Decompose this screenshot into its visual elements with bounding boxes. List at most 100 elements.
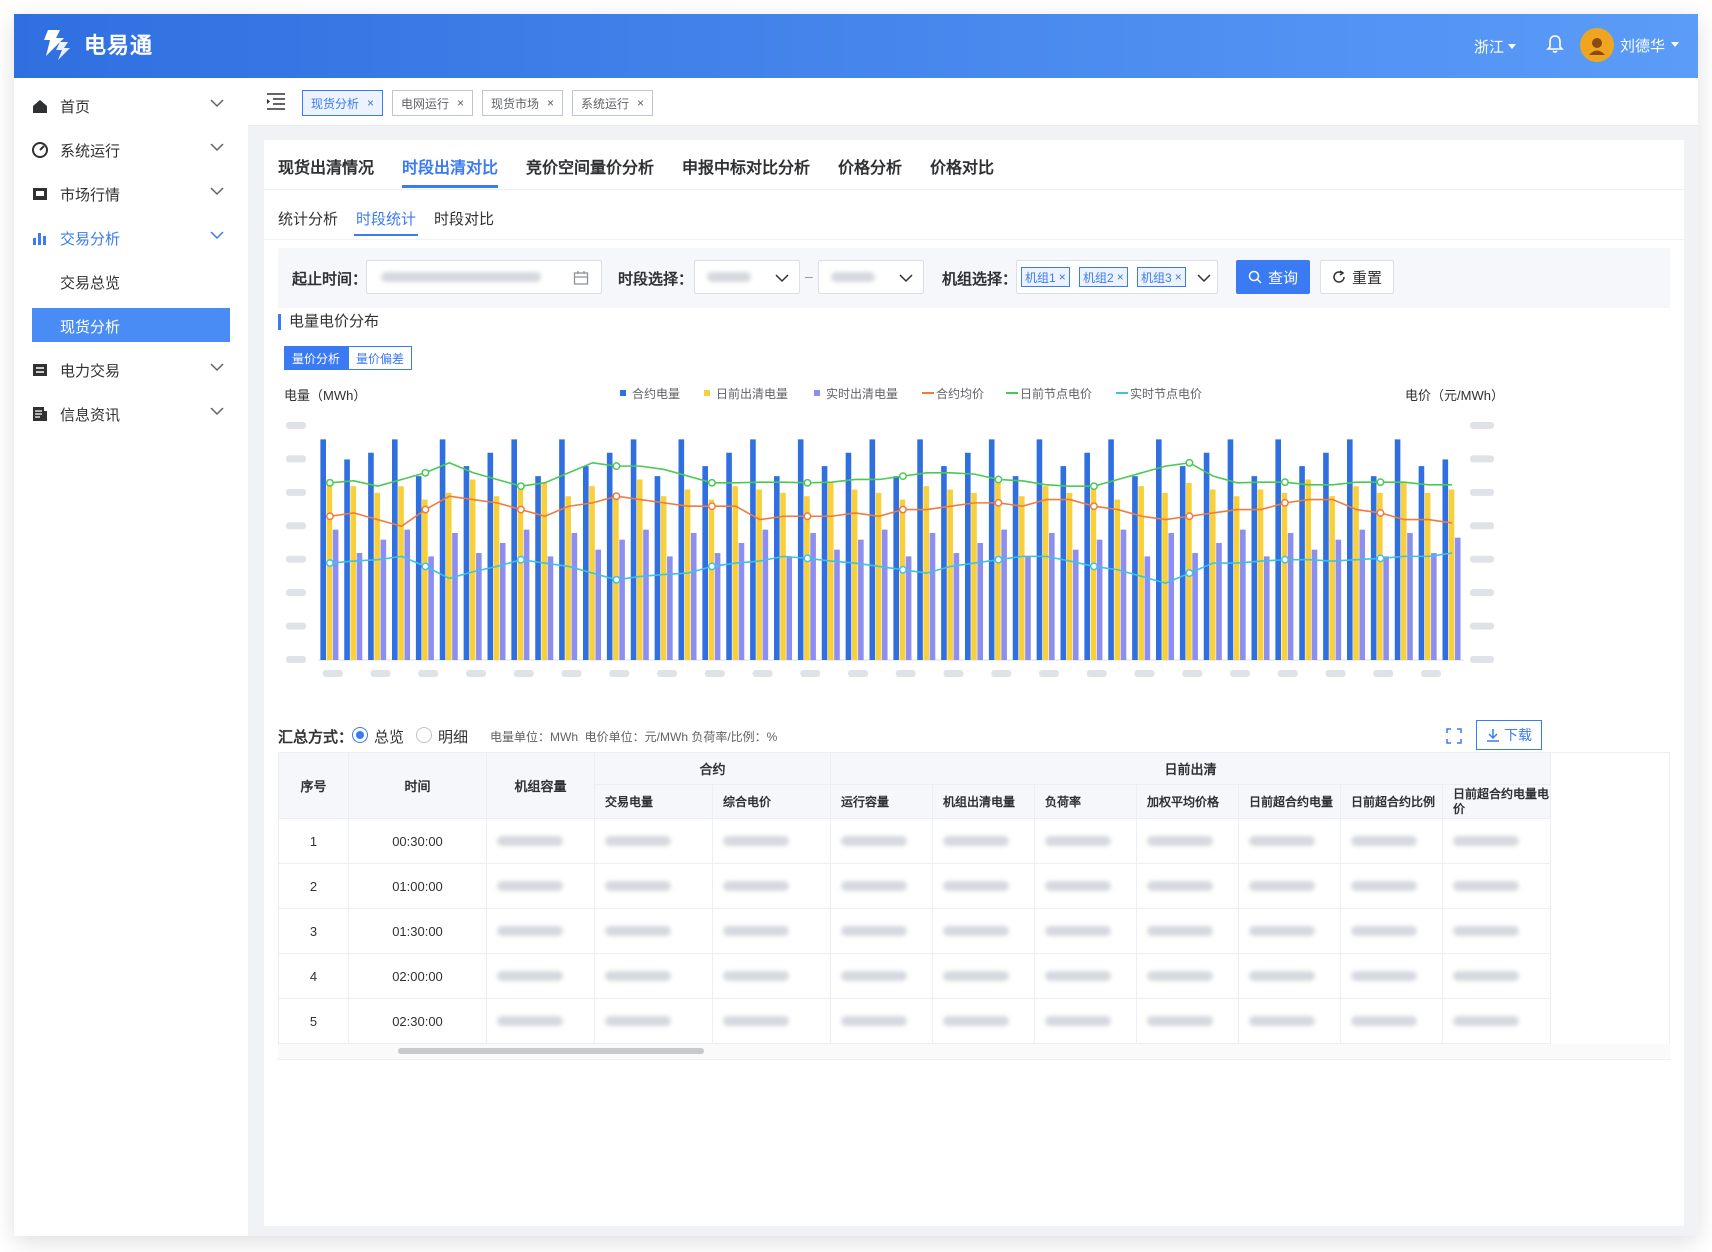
tab-spot-clearing[interactable]: 现货出清情况 — [278, 154, 374, 178]
date-range-input[interactable] — [366, 260, 602, 294]
tab-bid-space[interactable]: 竞价空间量价分析 — [526, 154, 654, 178]
blurred-value — [723, 836, 789, 846]
close-icon[interactable]: × — [367, 96, 374, 110]
y2-tick-blur — [1470, 422, 1494, 429]
legend-marker — [704, 390, 710, 396]
reset-button[interactable]: 重置 — [1320, 260, 1394, 294]
radio-detail[interactable] — [416, 726, 432, 744]
header-sub: 日前超合约电量电价 — [1443, 785, 1551, 819]
bar-3 — [404, 529, 411, 660]
table-cell-blurred — [1137, 909, 1239, 954]
segment-price-deviation[interactable]: 量价偏差 — [348, 346, 412, 370]
bar-1 — [1132, 476, 1138, 660]
bar-3 — [1359, 529, 1366, 660]
bar-1 — [1012, 476, 1019, 660]
subtab-period-stat[interactable]: 时段统计 — [356, 208, 416, 229]
sidebar-item-news[interactable]: 信息资讯 — [14, 392, 248, 436]
tag-label: 系统运行 — [581, 96, 630, 111]
sidebar-item-home[interactable]: 首页 — [14, 84, 248, 128]
blurred-value — [1045, 971, 1111, 981]
line-point — [1376, 554, 1385, 563]
close-icon[interactable]: × — [1117, 270, 1124, 284]
blurred-value — [1453, 836, 1519, 846]
bar-2 — [1066, 492, 1073, 660]
bar-2 — [1042, 486, 1049, 660]
close-icon[interactable]: × — [1175, 270, 1182, 284]
tab-price-analysis[interactable]: 价格分析 — [838, 154, 902, 178]
unit-tag[interactable]: 机组2 × — [1079, 267, 1128, 287]
market-icon — [33, 188, 47, 200]
line-point — [1089, 482, 1098, 491]
period-start-select[interactable] — [694, 260, 800, 294]
sidebar-subitem-spot[interactable]: 现货分析 — [32, 308, 230, 342]
bar-3 — [595, 549, 602, 660]
chart-section-title: 电量电价分布 — [278, 314, 379, 330]
table-cell-blurred — [1443, 864, 1551, 909]
bar-3 — [1454, 537, 1461, 660]
close-icon[interactable]: × — [637, 96, 644, 110]
blurred-value — [497, 881, 563, 891]
bar-1 — [1442, 459, 1449, 660]
bar-3 — [332, 529, 339, 660]
tag-system-operation[interactable]: 系统运行 × — [572, 90, 654, 116]
close-icon[interactable]: × — [547, 96, 554, 110]
x-tick-blur — [1086, 670, 1107, 677]
sidebar-item-system[interactable]: 系统运行 — [14, 128, 248, 172]
bar-2 — [1377, 492, 1383, 660]
bar-3 — [1120, 529, 1127, 660]
lightning-logo-icon — [44, 30, 70, 60]
subtab-period-compare[interactable]: 时段对比 — [434, 208, 494, 229]
blurred-value — [1147, 1016, 1213, 1026]
line-point — [1376, 508, 1385, 517]
header-group-dayahead: 日前出清 — [831, 753, 1551, 785]
calendar-icon — [573, 271, 589, 285]
table-cell-blurred — [1239, 864, 1341, 909]
header-sub: 日前超合约比例 — [1341, 785, 1443, 819]
sidebar-item-power-trade[interactable]: 电力交易 — [14, 348, 248, 392]
bar-1 — [654, 476, 661, 660]
close-icon[interactable]: × — [457, 96, 464, 110]
sidebar-item-trade-analysis[interactable]: 交易分析 — [14, 216, 248, 260]
y-tick-blur — [286, 555, 306, 563]
unit-multiselect[interactable]: 机组1 × 机组2 × 机组3 × — [1016, 260, 1218, 294]
segment-price-analysis[interactable]: 量价分析 — [284, 346, 348, 370]
tag-spot-market[interactable]: 现货市场 × — [482, 90, 564, 116]
fullscreen-icon[interactable] — [1446, 728, 1462, 744]
chevron-down-icon — [210, 407, 224, 416]
table-cell-blurred — [1341, 819, 1443, 864]
horizontal-scrollbar[interactable] — [278, 1044, 1670, 1058]
period-end-select[interactable] — [818, 260, 924, 294]
table-cell-blurred — [1035, 999, 1137, 1044]
bar-3 — [953, 553, 960, 660]
tab-declare-compare[interactable]: 申报中标对比分析 — [682, 154, 810, 178]
unit-tag[interactable]: 机组1 × — [1021, 267, 1070, 287]
download-button[interactable]: 下载 — [1476, 720, 1542, 750]
tag-spot-analysis[interactable]: 现货分析 × — [302, 90, 384, 116]
scrollbar-thumb[interactable] — [398, 1048, 704, 1054]
region-select[interactable]: 浙江 — [1474, 36, 1517, 57]
bar-3 — [929, 532, 936, 660]
logo: 电易通 — [38, 26, 153, 62]
sidebar-subitem-overview[interactable]: 交易总览 — [14, 264, 248, 298]
table-cell-blurred — [933, 864, 1035, 909]
line-point — [1185, 458, 1194, 467]
unit-tag[interactable]: 机组3 × — [1137, 267, 1186, 287]
bar-2 — [1162, 492, 1168, 660]
tab-price-compare[interactable]: 价格对比 — [930, 154, 994, 178]
bar-2 — [422, 499, 428, 660]
tab-period-compare[interactable]: 时段出清对比 — [402, 154, 498, 178]
x-tick-blur — [466, 670, 487, 677]
menu-collapse-icon[interactable] — [266, 92, 286, 110]
notification-button[interactable] — [1546, 34, 1564, 59]
tag-grid-operation[interactable]: 电网运行 × — [392, 90, 474, 116]
subtab-stat[interactable]: 统计分析 — [278, 208, 338, 229]
query-button[interactable]: 查询 — [1236, 260, 1310, 294]
sidebar-item-market[interactable]: 市场行情 — [14, 172, 248, 216]
close-icon[interactable]: × — [1059, 270, 1066, 284]
bar-1 — [1060, 466, 1067, 660]
bar-1 — [630, 439, 637, 660]
bar-1 — [702, 466, 708, 660]
bar-3 — [1168, 532, 1175, 660]
user-menu[interactable]: 刘德华 — [1580, 28, 1680, 62]
radio-overview[interactable] — [352, 726, 368, 744]
